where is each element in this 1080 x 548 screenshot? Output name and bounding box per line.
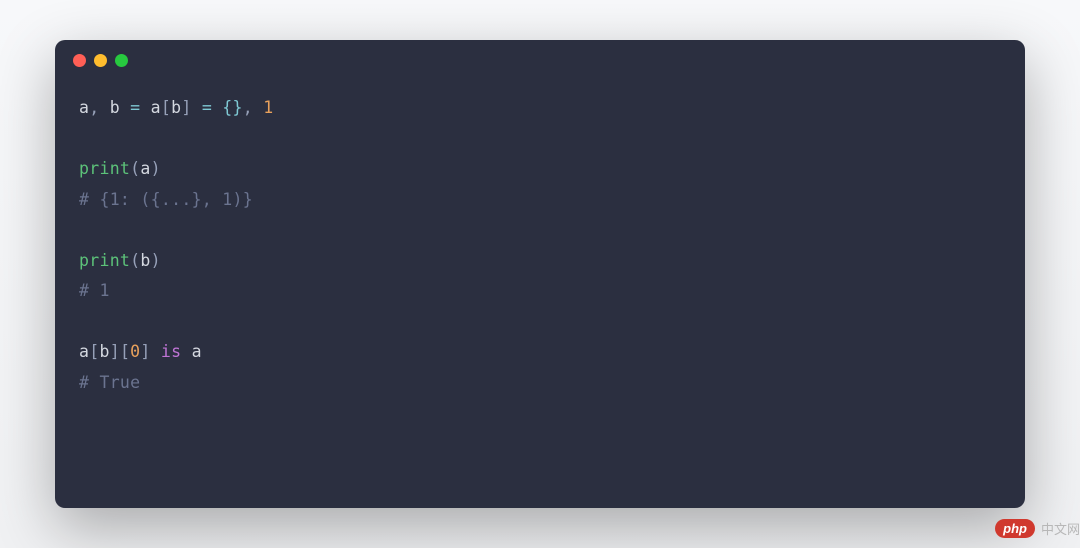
code-token: 1 — [263, 98, 273, 117]
code-token — [120, 98, 130, 117]
code-token: # 1 — [79, 281, 110, 300]
code-line — [79, 307, 1001, 338]
page-backdrop: a, b = a[b] = {}, 1 print(a)# {1: ({...}… — [0, 0, 1080, 548]
code-token: a — [151, 98, 161, 117]
code-token: = — [130, 98, 140, 117]
code-token: ) — [151, 251, 161, 270]
close-icon — [73, 54, 86, 67]
code-token: b — [99, 342, 109, 361]
code-token: , — [89, 98, 109, 117]
maximize-icon — [115, 54, 128, 67]
code-line: # 1 — [79, 276, 1001, 307]
code-token — [181, 342, 191, 361]
code-token: ] — [181, 98, 191, 117]
code-line: # {1: ({...}, 1)} — [79, 185, 1001, 216]
window-titlebar — [55, 40, 1025, 75]
code-token: [ — [161, 98, 171, 117]
code-line: print(a) — [79, 154, 1001, 185]
code-token: b — [171, 98, 181, 117]
code-token: a — [79, 342, 89, 361]
code-token: = — [202, 98, 212, 117]
minimize-icon — [94, 54, 107, 67]
code-line: print(b) — [79, 246, 1001, 277]
code-token — [140, 98, 150, 117]
code-token: b — [140, 251, 150, 270]
code-token — [151, 342, 161, 361]
code-token: # {1: ({...}, 1)} — [79, 190, 253, 209]
code-token: a — [140, 159, 150, 178]
code-line: a[b][0] is a — [79, 337, 1001, 368]
code-line — [79, 124, 1001, 155]
code-token — [212, 98, 222, 117]
watermark: php 中文网 — [995, 519, 1080, 538]
code-token: {} — [222, 98, 242, 117]
code-token: is — [161, 342, 181, 361]
code-window: a, b = a[b] = {}, 1 print(a)# {1: ({...}… — [55, 40, 1025, 508]
watermark-text: 中文网 — [1041, 519, 1080, 538]
code-token: # True — [79, 373, 140, 392]
code-token: a — [192, 342, 202, 361]
code-token: 0 — [130, 342, 140, 361]
code-line — [79, 215, 1001, 246]
php-badge: php — [995, 519, 1035, 538]
code-line: a, b = a[b] = {}, 1 — [79, 93, 1001, 124]
code-token: print — [79, 251, 130, 270]
code-token: ] — [140, 342, 150, 361]
code-token: a — [79, 98, 89, 117]
code-token: [ — [120, 342, 130, 361]
code-token: , — [243, 98, 263, 117]
code-token: ] — [110, 342, 120, 361]
code-line: # True — [79, 368, 1001, 399]
code-token: [ — [89, 342, 99, 361]
code-token: print — [79, 159, 130, 178]
code-token: ) — [151, 159, 161, 178]
code-token: ( — [130, 251, 140, 270]
code-token: ( — [130, 159, 140, 178]
code-token — [192, 98, 202, 117]
code-body: a, b = a[b] = {}, 1 print(a)# {1: ({...}… — [55, 75, 1025, 416]
code-token: b — [110, 98, 120, 117]
